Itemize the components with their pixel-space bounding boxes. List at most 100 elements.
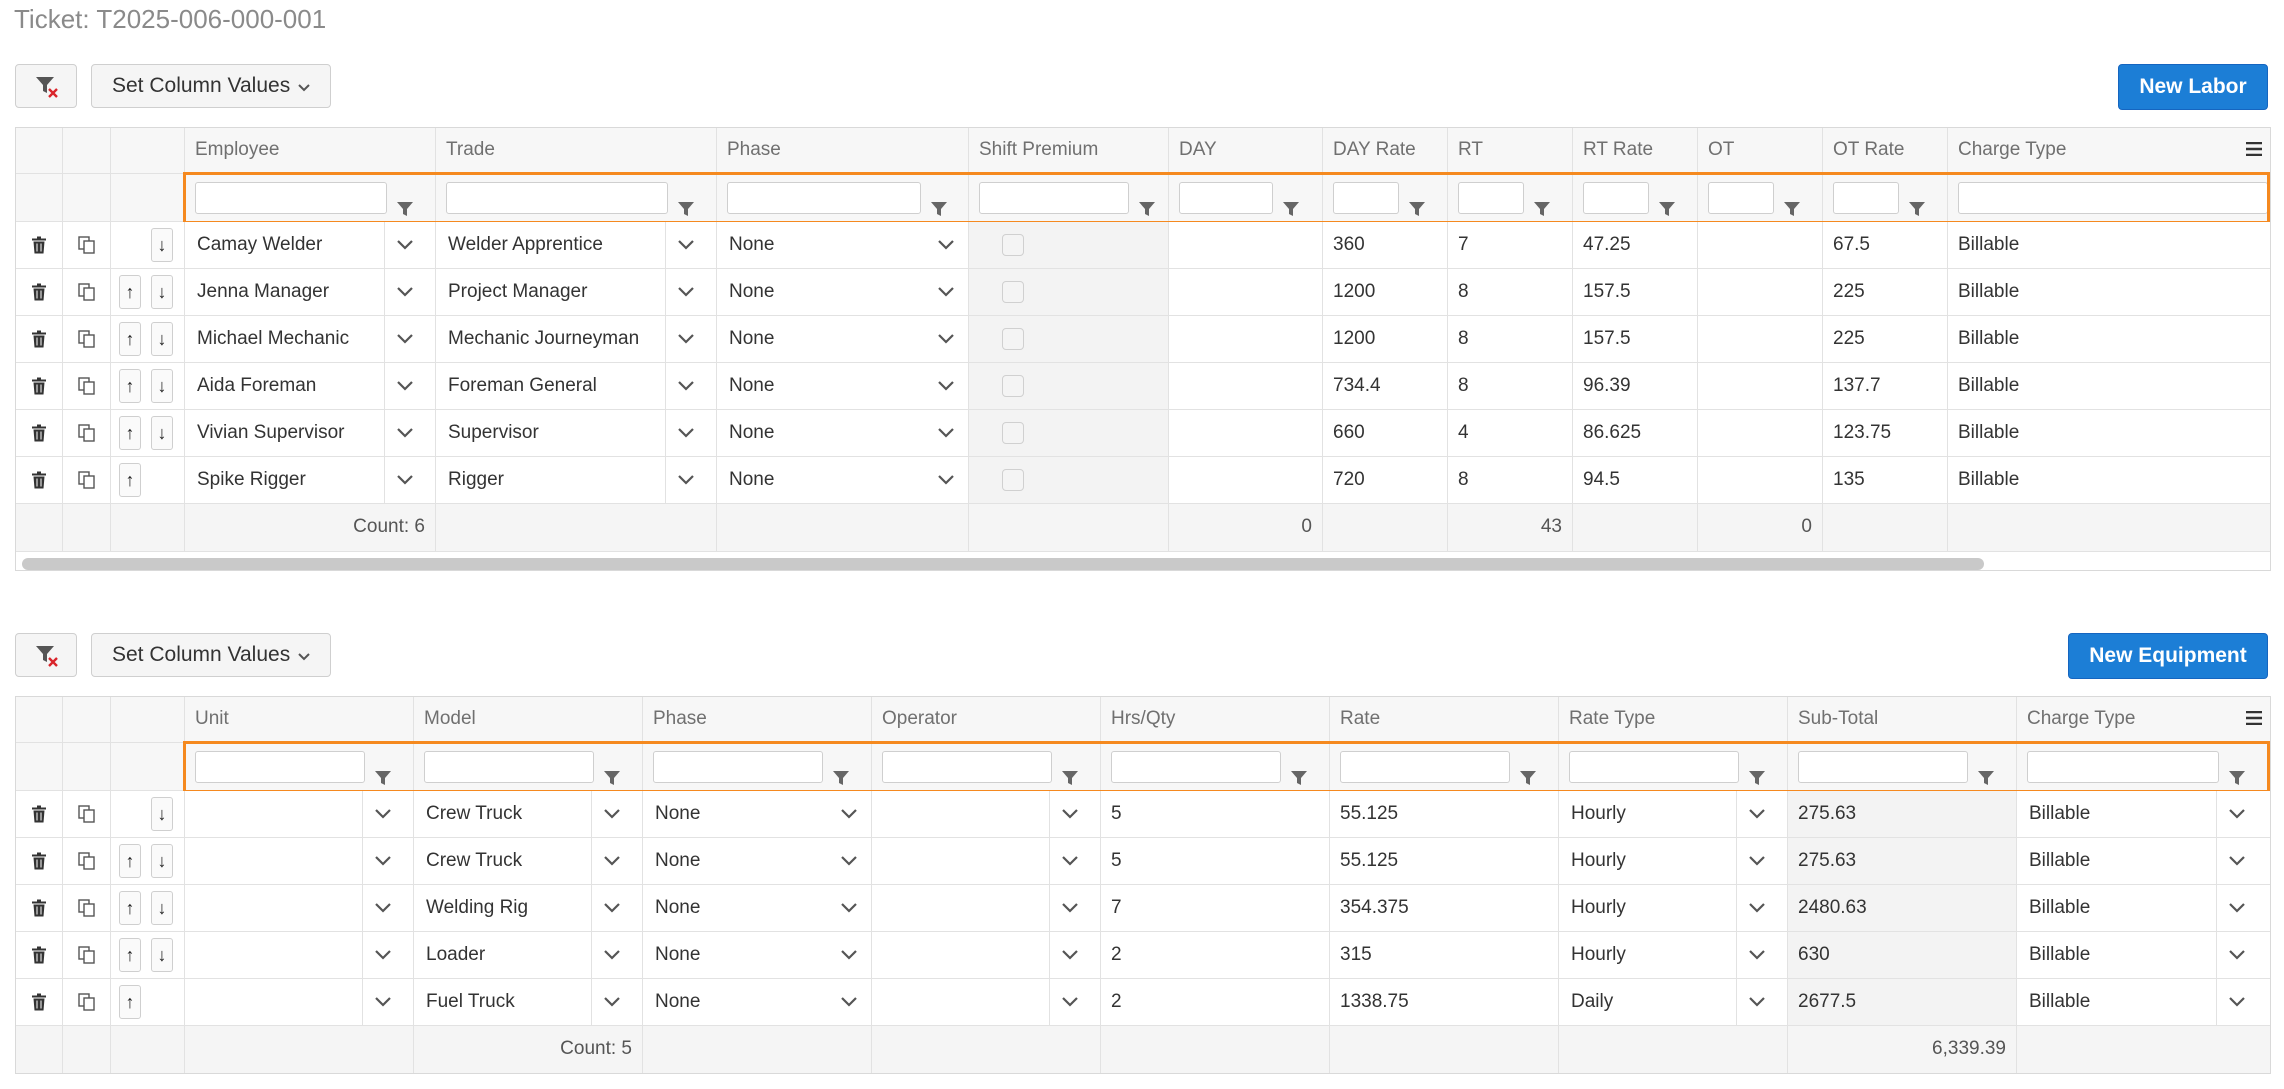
cell-rt[interactable]: 4 [1448, 410, 1573, 457]
select-operator[interactable] [872, 979, 1101, 1026]
chevron-down-icon[interactable] [591, 979, 631, 1025]
chevron-down-icon[interactable] [384, 316, 424, 362]
filter-input-rt[interactable] [1458, 182, 1524, 214]
chevron-down-icon[interactable] [1736, 791, 1776, 837]
select-model[interactable]: Loader [414, 932, 643, 979]
delete-row-button[interactable] [16, 222, 63, 269]
equipment-set-column-values-button[interactable]: Set Column Values [91, 633, 332, 677]
filter-input-day-rate[interactable] [1333, 182, 1399, 214]
cell-ot[interactable] [1698, 222, 1823, 269]
cell-day[interactable] [1169, 410, 1323, 457]
move-down-button[interactable]: ↓ [151, 369, 173, 403]
select-phase[interactable]: None [643, 979, 872, 1026]
column-header-sub-total[interactable]: Sub-Total [1788, 697, 2017, 743]
select-rate-type[interactable]: Hourly [1559, 932, 1788, 979]
filter-input-operator[interactable] [882, 751, 1052, 783]
delete-row-button[interactable] [16, 979, 63, 1026]
cell-ot[interactable] [1698, 410, 1823, 457]
cell-rt-rate[interactable]: 94.5 [1573, 457, 1698, 504]
cell-rate[interactable]: 1338.75 [1330, 979, 1559, 1026]
chevron-down-icon[interactable] [1736, 932, 1776, 978]
filter-input-rate-type[interactable] [1569, 751, 1739, 783]
chevron-down-icon[interactable] [362, 885, 402, 931]
select-charge-type[interactable]: Billable [2017, 932, 2270, 979]
new-labor-button[interactable]: New Labor [2118, 64, 2268, 110]
cell-rt[interactable]: 8 [1448, 363, 1573, 410]
select-unit[interactable] [185, 885, 414, 932]
move-up-button[interactable]: ↑ [119, 369, 141, 403]
column-header-trade[interactable]: Trade [436, 128, 717, 174]
cell-ot[interactable] [1698, 457, 1823, 504]
chevron-down-icon[interactable] [362, 791, 402, 837]
delete-row-button[interactable] [16, 838, 63, 885]
move-down-button[interactable]: ↓ [151, 275, 173, 309]
copy-row-button[interactable] [63, 979, 111, 1026]
delete-row-button[interactable] [16, 316, 63, 363]
column-menu-icon[interactable] [2246, 710, 2262, 730]
cell-rate[interactable]: 354.375 [1330, 885, 1559, 932]
filter-input-model[interactable] [424, 751, 594, 783]
cell-rate[interactable]: 55.125 [1330, 791, 1559, 838]
cell-sub-total[interactable]: 2480.63 [1788, 885, 2017, 932]
cell-sub-total[interactable]: 2677.5 [1788, 979, 2017, 1026]
chevron-down-icon[interactable] [665, 222, 705, 268]
chevron-down-icon[interactable] [2216, 932, 2256, 978]
filter-input-rt-rate[interactable] [1583, 182, 1649, 214]
labor-clear-filters-button[interactable] [15, 64, 77, 108]
chevron-down-icon[interactable] [384, 222, 424, 268]
select-charge-type[interactable]: Billable [2017, 979, 2270, 1026]
cell-rt[interactable]: 8 [1448, 457, 1573, 504]
delete-row-button[interactable] [16, 885, 63, 932]
move-up-button[interactable]: ↑ [119, 463, 141, 497]
column-header-ot[interactable]: OT [1698, 128, 1823, 174]
select-employee[interactable]: Michael Mechanic [185, 316, 436, 363]
select-trade[interactable]: Supervisor [436, 410, 717, 457]
column-header-shift-premium[interactable]: Shift Premium [969, 128, 1169, 174]
select-employee[interactable]: Vivian Supervisor [185, 410, 436, 457]
cell-ot[interactable] [1698, 363, 1823, 410]
cell-day-rate[interactable]: 1200 [1323, 269, 1448, 316]
select-trade[interactable]: Foreman General [436, 363, 717, 410]
cell-day[interactable] [1169, 269, 1323, 316]
select-model[interactable]: Crew Truck [414, 838, 643, 885]
chevron-down-icon[interactable] [2216, 885, 2256, 931]
select-trade[interactable]: Mechanic Journeyman [436, 316, 717, 363]
delete-row-button[interactable] [16, 791, 63, 838]
select-rate-type[interactable]: Daily [1559, 979, 1788, 1026]
chevron-down-icon[interactable] [2216, 979, 2256, 1025]
filter-icon[interactable] [1062, 757, 1078, 790]
filter-input-trade[interactable] [446, 182, 668, 214]
chevron-down-icon[interactable] [1049, 791, 1089, 837]
chevron-down-icon[interactable] [591, 838, 631, 884]
filter-input-sub-total[interactable] [1798, 751, 1968, 783]
column-header-day[interactable]: DAY [1169, 128, 1323, 174]
select-phase[interactable]: None [643, 932, 872, 979]
cell-rt-rate[interactable]: 157.5 [1573, 269, 1698, 316]
new-equipment-button[interactable]: New Equipment [2068, 633, 2268, 679]
select-charge-type[interactable]: Billable [2017, 885, 2270, 932]
labor-set-column-values-button[interactable]: Set Column Values [91, 64, 332, 108]
filter-input-ot[interactable] [1708, 182, 1774, 214]
shift-premium-checkbox[interactable] [1002, 422, 1024, 444]
chevron-down-icon[interactable] [591, 791, 631, 837]
chevron-down-icon[interactable] [384, 269, 424, 315]
chevron-down-icon[interactable] [591, 932, 631, 978]
move-down-button[interactable]: ↓ [151, 797, 173, 831]
shift-premium-checkbox[interactable] [1002, 469, 1024, 491]
cell-day-rate[interactable]: 734.4 [1323, 363, 1448, 410]
move-up-button[interactable]: ↑ [119, 322, 141, 356]
column-header-ot-rate[interactable]: OT Rate [1823, 128, 1948, 174]
cell-ot-rate[interactable]: 137.7 [1823, 363, 1948, 410]
shift-premium-checkbox[interactable] [1002, 328, 1024, 350]
cell-ot-rate[interactable]: 123.75 [1823, 410, 1948, 457]
cell-ot[interactable] [1698, 269, 1823, 316]
chevron-down-icon[interactable] [1049, 838, 1089, 884]
column-menu-icon[interactable] [2246, 141, 2262, 161]
move-down-button[interactable]: ↓ [151, 938, 173, 972]
cell-ot-rate[interactable]: 67.5 [1823, 222, 1948, 269]
select-unit[interactable] [185, 979, 414, 1026]
column-header-rate-type[interactable]: Rate Type [1559, 697, 1788, 743]
select-unit[interactable] [185, 932, 414, 979]
filter-icon[interactable] [1409, 188, 1425, 221]
filter-input-charge-type[interactable] [2027, 751, 2219, 783]
